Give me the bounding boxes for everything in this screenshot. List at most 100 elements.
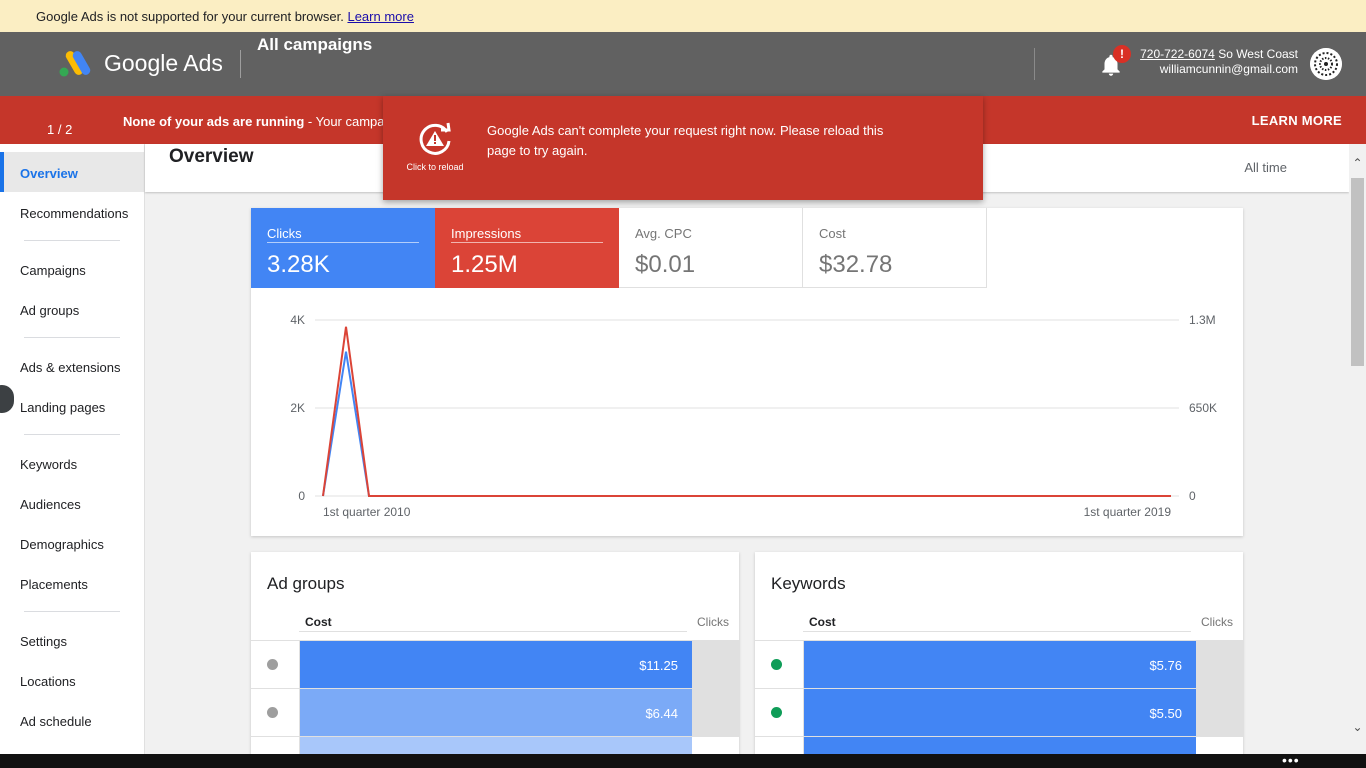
performance-line-chart: 4K 1.3M 2K 650K 0 0 1st quarter 2010 1st quarte…	[290, 313, 1217, 519]
alert-message-bold: None of your ads are running	[123, 114, 305, 129]
metric-avg-cpc[interactable]: Avg. CPC $0.01	[619, 208, 803, 288]
y-tick-label-right: 650K	[1189, 401, 1217, 415]
header-divider	[240, 50, 241, 78]
sidebar-item-landing-pages[interactable]: Landing pages	[0, 386, 144, 426]
browser-warning-bar: Google Ads is not supported for your cur…	[0, 0, 1366, 32]
date-range-selector[interactable]: All time	[1244, 160, 1287, 175]
enabled-status-icon	[771, 707, 782, 718]
sidebar-divider	[24, 337, 120, 338]
table-row[interactable]: $5.50	[755, 688, 1243, 737]
account-info[interactable]: 720-722-6074 So West Coast williamcunnin…	[1140, 47, 1298, 77]
account-email: williamcunnin@gmail.com	[1159, 62, 1298, 76]
performance-chart-card: Clicks 3.28K Impressions 1.25M Avg. CPC …	[251, 208, 1243, 536]
column-header-clicks[interactable]: Clicks	[697, 615, 729, 629]
column-divider	[299, 631, 687, 632]
sidebar-item-placements[interactable]: Placements	[0, 563, 144, 603]
sidebar-divider	[24, 240, 120, 241]
overview-title: Overview	[169, 146, 254, 167]
metric-label: Impressions	[451, 226, 603, 243]
row-divider	[299, 640, 300, 760]
sidebar-item-settings[interactable]: Settings	[0, 620, 144, 660]
series-line-impressions	[322, 326, 1171, 497]
cost-bar: $5.76	[803, 641, 1196, 689]
account-phone[interactable]: 720-722-6074	[1140, 47, 1215, 61]
metric-label: Avg. CPC	[635, 226, 692, 241]
keywords-card: Keywords Cost Clicks $5.76 $5.50	[755, 552, 1243, 762]
browser-warning-text: Google Ads is not supported for your cur…	[36, 9, 344, 24]
sidebar-item-recommendations[interactable]: Recommendations	[0, 192, 144, 232]
ad-groups-card: Ad groups Cost Clicks $11.25 $6.44	[251, 552, 739, 762]
enabled-status-icon	[771, 659, 782, 670]
alert-pager: 1 / 2	[47, 122, 73, 137]
column-header-cost[interactable]: Cost	[809, 615, 836, 629]
metric-label: Cost	[819, 226, 846, 241]
page-title[interactable]: All campaigns	[257, 35, 372, 55]
avatar[interactable]	[1310, 48, 1342, 80]
clicks-cell	[1196, 641, 1243, 689]
learn-more-link[interactable]: Learn more	[347, 9, 413, 24]
sidebar-item-campaigns[interactable]: Campaigns	[0, 249, 144, 289]
metric-impressions[interactable]: Impressions 1.25M	[435, 208, 619, 288]
metric-value: 1.25M	[451, 251, 518, 278]
sidebar-item-audiences[interactable]: Audiences	[0, 483, 144, 523]
sidebar-item-ads-extensions[interactable]: Ads & extensions	[0, 346, 144, 386]
error-popup: Click to reload Google Ads can't complet…	[383, 96, 983, 200]
table-row[interactable]: $6.44	[251, 688, 739, 737]
column-divider	[803, 631, 1191, 632]
sidebar-divider	[24, 434, 120, 435]
sidebar-item-keywords[interactable]: Keywords	[0, 443, 144, 483]
y-tick-label-right: 0	[1189, 489, 1196, 503]
scroll-down-icon[interactable]: ⌄	[1349, 720, 1366, 737]
page-scrollbar[interactable]: ⌃ ⌄	[1349, 144, 1366, 754]
paused-status-icon	[267, 659, 278, 670]
metric-value: $32.78	[819, 251, 893, 278]
account-name: So West Coast	[1218, 47, 1298, 61]
series-line-clicks	[322, 351, 1171, 497]
google-ads-logo-icon[interactable]	[58, 48, 92, 78]
x-tick-label: 1st quarter 2010	[323, 505, 411, 519]
sidebar-item-overview[interactable]: Overview	[0, 152, 144, 192]
sidebar-divider	[24, 611, 120, 612]
clicks-cell	[692, 641, 739, 689]
cost-bar: $6.44	[299, 689, 692, 737]
scroll-thumb[interactable]	[1351, 178, 1364, 366]
scroll-up-icon[interactable]: ⌃	[1349, 156, 1366, 173]
clicks-cell	[692, 689, 739, 737]
notification-badge: !	[1113, 45, 1131, 63]
metric-value: $0.01	[635, 251, 696, 278]
sidebar-item-ad-groups[interactable]: Ad groups	[0, 289, 144, 329]
metric-cost[interactable]: Cost $32.78	[803, 208, 987, 288]
metric-label: Clicks	[267, 226, 419, 243]
sidebar-item-ad-schedule[interactable]: Ad schedule	[0, 700, 144, 740]
error-message: Google Ads can't complete your request r…	[487, 123, 884, 158]
header-divider	[1034, 48, 1035, 80]
table-row[interactable]: $11.25	[251, 640, 739, 689]
column-header-clicks[interactable]: Clicks	[1201, 615, 1233, 629]
row-divider	[803, 640, 804, 760]
cost-bar: $11.25	[299, 641, 692, 689]
x-tick-label: 1st quarter 2019	[1084, 505, 1172, 519]
y-tick-label-left: 2K	[290, 401, 305, 415]
cost-bar: $5.50	[803, 689, 1196, 737]
bottom-bar	[0, 754, 1366, 768]
reload-warning-icon	[419, 122, 451, 155]
logo-text: Google Ads	[104, 50, 223, 76]
clicks-cell	[1196, 689, 1243, 737]
learn-more-button[interactable]: LEARN MORE	[1252, 113, 1342, 128]
more-icon[interactable]: •••	[1282, 752, 1300, 768]
table-row[interactable]: $5.76	[755, 640, 1243, 689]
ad-groups-title: Ad groups	[267, 574, 345, 593]
metric-clicks[interactable]: Clicks 3.28K	[251, 208, 435, 288]
y-tick-label-right: 1.3M	[1189, 313, 1216, 327]
metric-value: 3.28K	[267, 251, 330, 278]
reload-button[interactable]: Click to reload	[403, 120, 467, 172]
alert-message: None of your ads are running - Your camp…	[123, 114, 402, 129]
top-header: Google Ads All campaigns ! 720-722-6074 …	[0, 32, 1366, 96]
keywords-title: Keywords	[771, 574, 846, 593]
column-header-cost[interactable]: Cost	[305, 615, 332, 629]
sidebar-item-locations[interactable]: Locations	[0, 660, 144, 700]
paused-status-icon	[267, 707, 278, 718]
sidebar-item-demographics[interactable]: Demographics	[0, 523, 144, 563]
sidebar-nav: Overview Recommendations Campaigns Ad gr…	[0, 144, 145, 754]
y-tick-label-left: 0	[298, 489, 305, 503]
